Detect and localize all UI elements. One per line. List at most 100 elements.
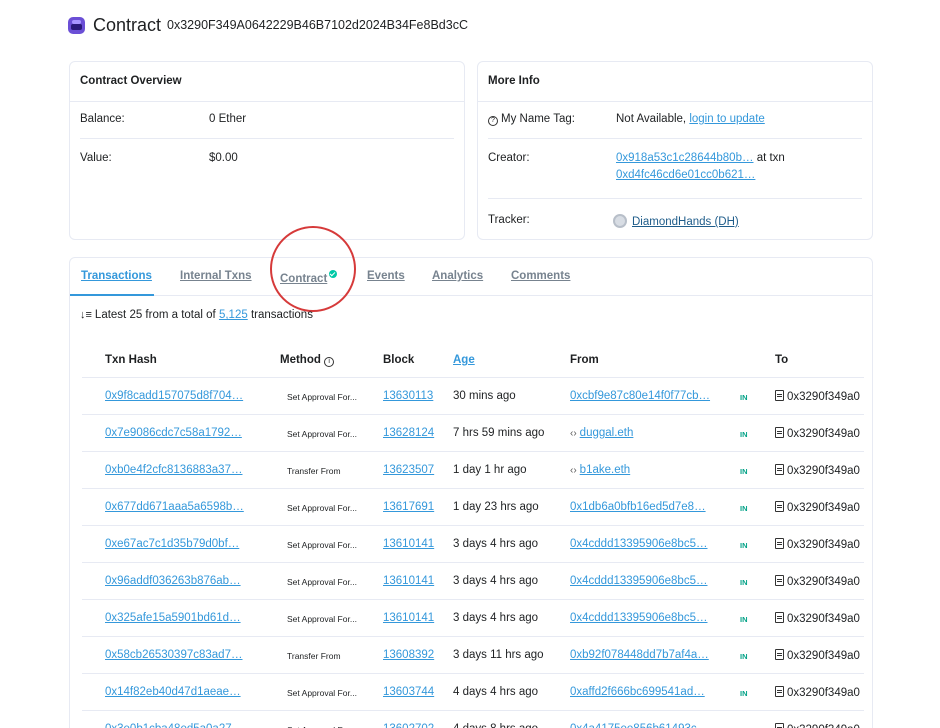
total-transactions-link[interactable]: 5,125 <box>219 309 248 321</box>
age-text: 1 day 23 hrs ago <box>453 501 539 513</box>
transactions-table: Txn Hash Method i Block Age From To 0x9f… <box>82 342 864 728</box>
block-link[interactable]: 13610141 <box>383 612 434 624</box>
tab-bar: Transactions Internal Txns Contract Even… <box>70 258 872 296</box>
col-header-txn-hash: Txn Hash <box>105 354 157 366</box>
from-cell: ‹› b1ake.eth <box>570 464 630 476</box>
balance-label: Balance: <box>80 113 125 125</box>
sort-desc-icon: ↓≡ <box>80 309 92 321</box>
annotation-circle <box>270 226 356 312</box>
more-info-title: More Info <box>478 62 872 102</box>
table-row: 0x677dd671aaa5a6598b… Set Approval For...… <box>82 489 864 526</box>
tab-analytics[interactable]: Analytics <box>432 270 483 282</box>
col-header-age[interactable]: Age <box>453 354 475 366</box>
to-cell: 0x3290f349a0 <box>775 612 860 625</box>
block-link[interactable]: 13623507 <box>383 464 434 476</box>
more-info-card: More Info ? My Name Tag: Not Available, l… <box>477 61 873 240</box>
table-row: 0x3e0b1cba48ed5a0a27…Set Approval For...… <box>82 711 864 728</box>
txn-hash-link[interactable]: 0x3e0b1cba48ed5a0a27… <box>105 723 243 728</box>
to-address: 0x3290f349a0 <box>787 576 860 588</box>
from-cell: ‹› duggal.eth <box>570 427 633 439</box>
age-text: 3 days 4 hrs ago <box>453 612 539 624</box>
to-address: 0x3290f349a0 <box>787 428 860 440</box>
method-badge: Set Approval For... <box>287 614 357 624</box>
tracker-token-link[interactable]: DiamondHands (DH) <box>632 216 739 228</box>
from-address-link[interactable]: 0x4a4175ee856b61493c… <box>570 723 708 728</box>
txn-hash-link[interactable]: 0x677dd671aaa5a6598b… <box>105 501 244 513</box>
contract-doc-icon <box>775 390 784 401</box>
txn-hash-link[interactable]: 0x96addf036263b876ab… <box>105 575 241 587</box>
table-row: 0xb0e4f2cfc8136883a37… Transfer From 13623… <box>82 452 864 489</box>
method-badge: Transfer From <box>287 466 341 476</box>
tab-internal-txns[interactable]: Internal Txns <box>180 270 252 282</box>
txn-hash-link[interactable]: 0x58cb26530397c83ad7… <box>105 649 242 661</box>
block-link[interactable]: 13630113 <box>383 390 433 402</box>
txn-hash-link[interactable]: 0x14f82eb40d47d1aeae… <box>105 686 241 698</box>
divider <box>80 138 454 139</box>
method-badge: Set Approval For... <box>287 688 357 698</box>
table-row: 0x14f82eb40d47d1aeae… Set Approval For...… <box>82 674 864 711</box>
table-row: 0xe67ac7c1d35b79d0bf… Set Approval For...… <box>82 526 864 563</box>
method-badge: Transfer From <box>287 651 341 661</box>
info-icon[interactable]: i <box>324 357 335 367</box>
col-header-method-label: Method <box>280 354 321 366</box>
contract-doc-icon <box>775 723 784 728</box>
from-address-link[interactable]: 0xcbf9e87c80e14f0f77cb… <box>570 390 710 402</box>
contract-logo-icon <box>68 16 85 34</box>
name-tag-label: My Name Tag: <box>501 113 575 125</box>
txn-hash-link[interactable]: 0x7e9086cdc7c58a1792… <box>105 427 242 439</box>
method-badge: Set Approval For... <box>287 540 357 550</box>
help-icon[interactable]: ? <box>488 116 498 126</box>
age-text: 4 days 4 hrs ago <box>453 686 539 698</box>
tab-events[interactable]: Events <box>367 270 405 282</box>
tab-comments[interactable]: Comments <box>511 270 570 282</box>
table-row: 0x7e9086cdc7c58a1792… Set Approval For...… <box>82 415 864 452</box>
contract-doc-icon <box>775 538 784 549</box>
age-text: 3 days 11 hrs ago <box>453 649 544 661</box>
active-tab-indicator <box>70 294 154 296</box>
transactions-summary: ↓≡ Latest 25 from a total of 5,125 transa… <box>80 309 313 321</box>
txn-hash-link[interactable]: 0xe67ac7c1d35b79d0bf… <box>105 538 239 550</box>
contract-doc-icon <box>775 501 784 512</box>
block-link[interactable]: 13628124 <box>383 427 434 439</box>
to-cell: 0x3290f349a0 <box>775 538 860 551</box>
to-cell: 0x3290f349a0 <box>775 686 860 699</box>
block-link[interactable]: 13610141 <box>383 538 434 550</box>
from-cell: 0x4cddd13395906e8bc5… <box>570 538 707 550</box>
from-cell: 0x4a4175ee856b61493c… <box>570 723 708 728</box>
age-text: 1 day 1 hr ago <box>453 464 527 476</box>
age-text: 3 days 4 hrs ago <box>453 575 539 587</box>
creator-label: Creator: <box>488 152 530 164</box>
to-cell: 0x3290f349a0 <box>775 649 860 662</box>
from-address-link[interactable]: 0xaffd2f666bc699541ad… <box>570 686 705 698</box>
from-address-link[interactable]: duggal.eth <box>580 427 634 439</box>
block-link[interactable]: 13617691 <box>383 501 434 513</box>
login-to-update-link[interactable]: login to update <box>689 113 764 125</box>
from-cell: 0xaffd2f666bc699541ad… <box>570 686 705 698</box>
txn-hash-link[interactable]: 0x9f8cadd157075d8f704… <box>105 390 243 402</box>
tab-transactions[interactable]: Transactions <box>81 270 152 282</box>
to-address: 0x3290f349a0 <box>787 687 860 699</box>
col-header-from: From <box>570 354 599 366</box>
to-cell: 0x3290f349a0 <box>775 501 860 514</box>
block-link[interactable]: 13610141 <box>383 575 434 587</box>
page-title: Contract <box>93 14 162 35</box>
txn-hash-link[interactable]: 0x325afe15a5901bd61d… <box>105 612 241 624</box>
value-label: Value: <box>80 152 112 164</box>
from-address-link[interactable]: 0x4cddd13395906e8bc5… <box>570 612 707 624</box>
creator-txn-link[interactable]: 0xd4fc46cd6e01cc0b621… <box>616 169 755 181</box>
block-link[interactable]: 13608392 <box>383 649 434 661</box>
ens-icon: ‹› <box>570 428 577 439</box>
to-cell: 0x3290f349a0 <box>775 575 860 588</box>
txn-hash-link[interactable]: 0xb0e4f2cfc8136883a37… <box>105 464 242 476</box>
from-address-link[interactable]: 0x4cddd13395906e8bc5… <box>570 538 707 550</box>
block-link[interactable]: 13602702 <box>383 723 434 728</box>
from-address-link[interactable]: 0x1db6a0bfb16ed5d7e8… <box>570 501 706 513</box>
from-address-link[interactable]: b1ake.eth <box>580 464 631 476</box>
method-badge: Set Approval For... <box>287 429 357 439</box>
block-link[interactable]: 13603744 <box>383 686 434 698</box>
from-address-link[interactable]: 0x4cddd13395906e8bc5… <box>570 575 707 587</box>
direction-badge: IN <box>740 467 748 476</box>
to-cell: 0x3290f349a0 <box>775 723 860 728</box>
from-address-link[interactable]: 0xb92f078448dd7b7af4a… <box>570 649 709 661</box>
creator-address-link[interactable]: 0x918a53c1c28644b80b… <box>616 152 753 164</box>
